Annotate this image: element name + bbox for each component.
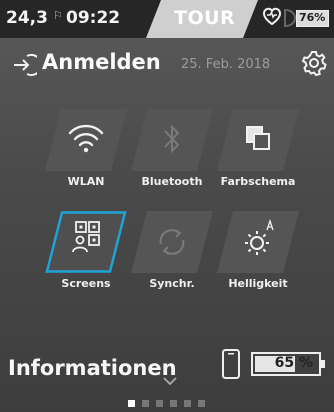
- page-dot[interactable]: [170, 400, 177, 407]
- sync-icon: [159, 229, 185, 255]
- battery-terminal: [321, 360, 325, 368]
- ebike-battery-indicator: 65 %: [251, 352, 325, 376]
- tile-label-synchr: Synchr.: [149, 277, 195, 290]
- login-icon[interactable]: [11, 52, 37, 78]
- ebike-battery-percent: 65 %: [274, 355, 313, 371]
- tile-color-scheme[interactable]: [217, 109, 299, 171]
- page-dot[interactable]: [184, 400, 191, 407]
- chevron-down-icon[interactable]: [162, 376, 178, 386]
- tile-sync[interactable]: [131, 211, 213, 273]
- battery-percent: 76%: [299, 11, 326, 24]
- color-scheme-icon: [246, 126, 270, 150]
- heart-icon: [263, 7, 281, 26]
- page-dot[interactable]: [198, 400, 205, 407]
- ride-mode-badge: TOUR: [146, 0, 258, 38]
- date-label: 25. Feb. 2018: [181, 57, 271, 72]
- screens-icon: [72, 221, 100, 253]
- section-title[interactable]: Informationen: [8, 356, 177, 380]
- tile-bluetooth[interactable]: [131, 109, 213, 171]
- brightness-icon: [245, 218, 274, 255]
- tile-label-helligkeit: Helligkeit: [228, 277, 288, 290]
- light-icon: [284, 8, 297, 28]
- clock: 09:22: [66, 8, 121, 28]
- page-dot[interactable]: [128, 400, 135, 407]
- bluetooth-icon: [164, 124, 180, 154]
- battery-icon: 76%: [296, 10, 329, 27]
- device-screen: 24,3 ⚐ 09:22 TOUR 76% Anmelden 25. Feb. …: [0, 0, 334, 412]
- page-title[interactable]: Anmelden: [42, 50, 161, 74]
- tile-label-screens: Screens: [61, 277, 111, 290]
- tile-brightness[interactable]: [217, 211, 299, 273]
- phone-icon: [222, 349, 240, 379]
- flag-icon: ⚐: [53, 9, 63, 22]
- wifi-icon: [68, 124, 104, 153]
- tile-wlan[interactable]: [45, 109, 127, 171]
- ride-mode-label: TOUR: [174, 7, 236, 29]
- tile-screens[interactable]: [45, 211, 127, 273]
- page-dot[interactable]: [142, 400, 149, 407]
- speed-readout: 24,3: [6, 8, 48, 28]
- tile-label-farbschema: Farbschema: [220, 175, 296, 188]
- tile-label-wlan: WLAN: [67, 175, 105, 188]
- tile-label-bluetooth: Bluetooth: [141, 175, 203, 188]
- status-bar: 24,3 ⚐ 09:22 TOUR 76%: [0, 0, 334, 38]
- page-dot[interactable]: [156, 400, 163, 407]
- gear-icon[interactable]: [301, 50, 327, 76]
